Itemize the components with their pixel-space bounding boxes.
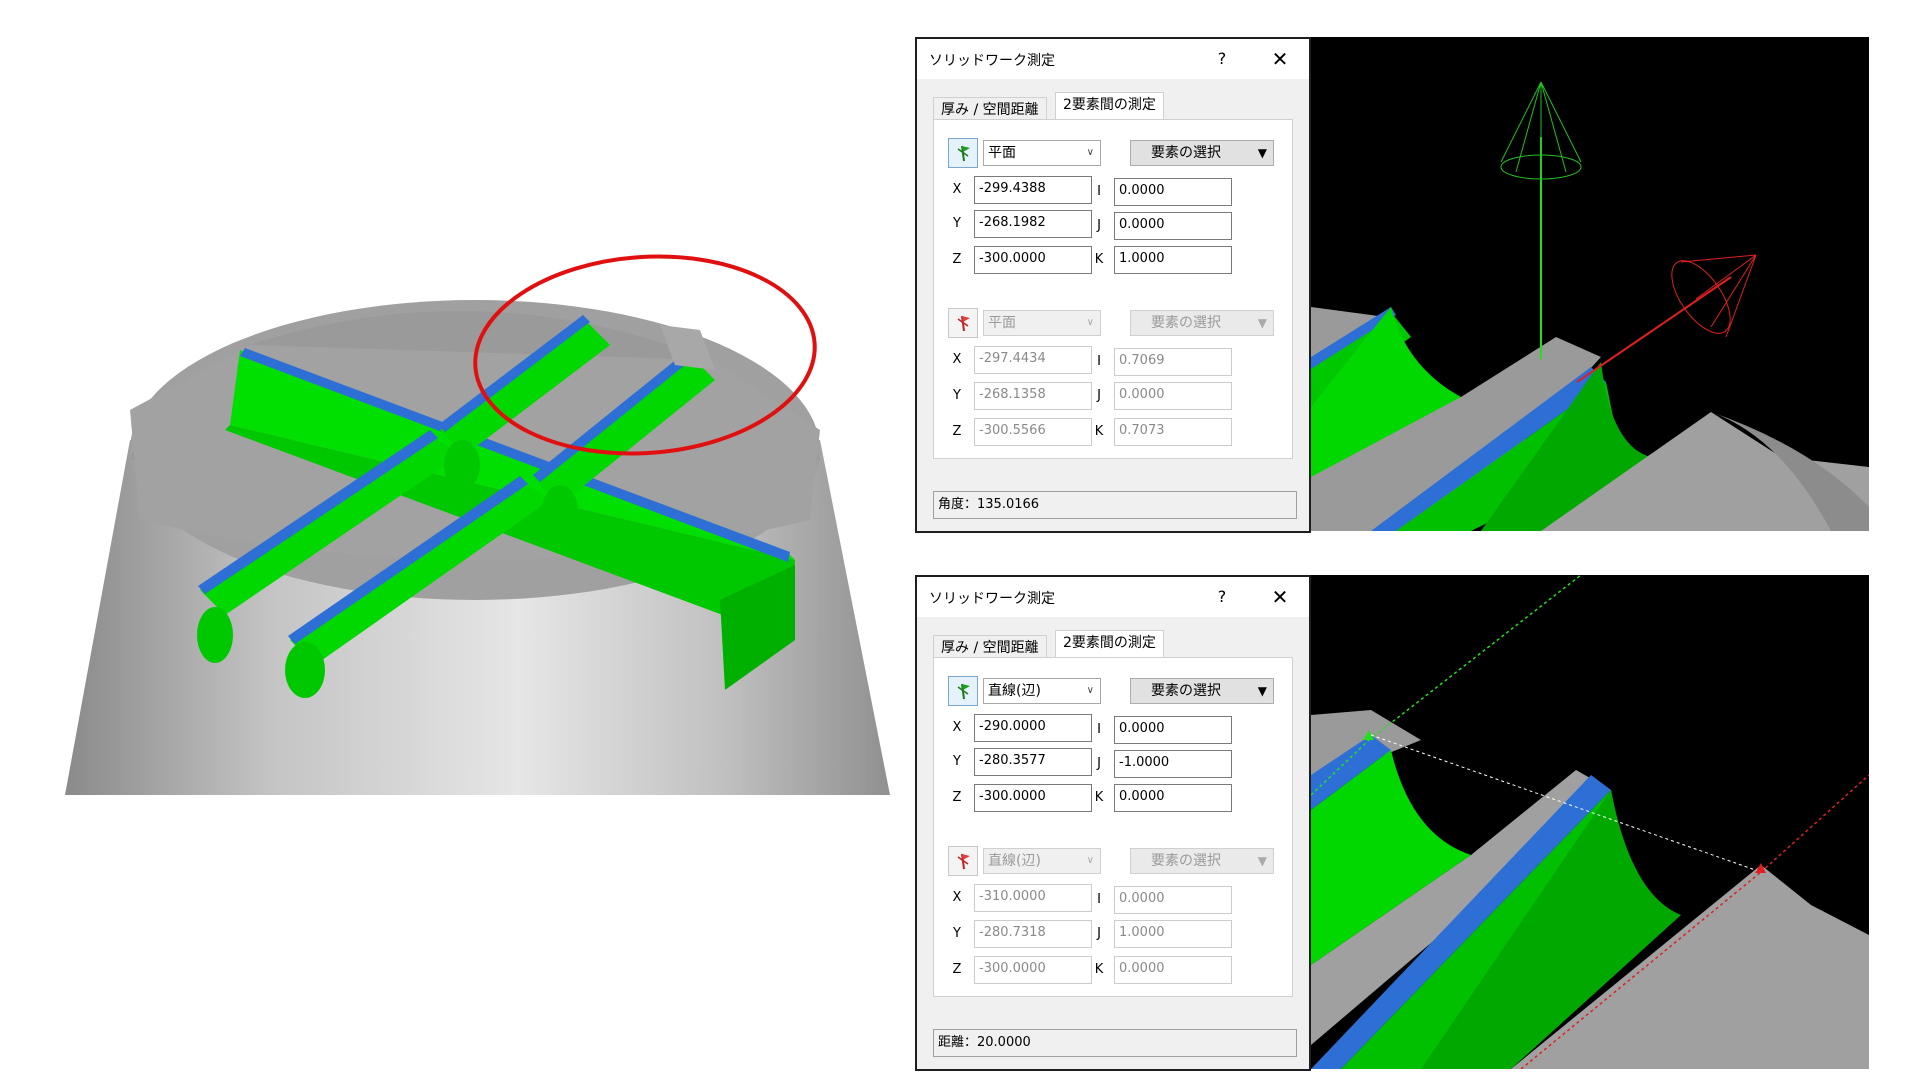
element2-type-combo[interactable]: 平面 ∨ bbox=[983, 310, 1101, 336]
label-z: Z bbox=[952, 252, 962, 267]
element2-z-field[interactable]: -300.0000 bbox=[974, 956, 1092, 984]
element1-j-field[interactable]: 0.0000 bbox=[1114, 212, 1232, 240]
result-readout: 角度：135.0166 bbox=[933, 491, 1297, 519]
measure-dialog-top: ソリッドワーク測定 ? ✕ 厚み / 空間距離 2要素間の測定 平面 ∨ 要素の… bbox=[915, 37, 1311, 533]
element2-x-field[interactable]: -310.0000 bbox=[974, 884, 1092, 912]
element2-type-combo[interactable]: 直線(辺) ∨ bbox=[983, 848, 1101, 874]
label-i: I bbox=[1097, 354, 1101, 369]
element1-z-field[interactable]: -300.0000 bbox=[974, 246, 1092, 274]
result-readout: 距離：20.0000 bbox=[933, 1029, 1297, 1057]
close-button[interactable]: ✕ bbox=[1265, 583, 1295, 611]
element1-i-field[interactable]: 0.0000 bbox=[1114, 716, 1232, 744]
title-bar[interactable]: ソリッドワーク測定 ? ✕ bbox=[917, 577, 1309, 617]
element1-z-field[interactable]: -300.0000 bbox=[974, 784, 1092, 812]
label-x: X bbox=[952, 720, 962, 735]
title-bar[interactable]: ソリッドワーク測定 ? ✕ bbox=[917, 39, 1309, 79]
element2-x-field[interactable]: -297.4434 bbox=[974, 346, 1092, 374]
element1-k-field[interactable]: 1.0000 bbox=[1114, 246, 1232, 274]
element1-y-field[interactable]: -280.3577 bbox=[974, 748, 1092, 776]
label-k: K bbox=[1094, 424, 1104, 439]
help-button[interactable]: ? bbox=[1209, 45, 1235, 73]
element1-pick-button[interactable] bbox=[948, 676, 978, 706]
element2-pick-button[interactable] bbox=[948, 846, 978, 876]
element1-x-field[interactable]: -290.0000 bbox=[974, 714, 1092, 742]
label-k: K bbox=[1094, 252, 1104, 267]
element1-select-button[interactable]: 要素の選択 ▼ bbox=[1130, 140, 1274, 166]
label-y: Y bbox=[953, 926, 961, 941]
tab-thickness[interactable]: 厚み / 空間距離 bbox=[933, 635, 1047, 657]
element1-pick-button[interactable] bbox=[948, 138, 978, 168]
label-j: J bbox=[1097, 388, 1101, 403]
tab-panel: 直線(辺) ∨ 要素の選択 ▼ X -290.0000 I 0.0000 Y -… bbox=[933, 657, 1293, 997]
close-button[interactable]: ✕ bbox=[1265, 45, 1295, 73]
label-z: Z bbox=[952, 790, 962, 805]
element1-j-field[interactable]: -1.0000 bbox=[1114, 750, 1232, 778]
element2-z-field[interactable]: -300.5566 bbox=[974, 418, 1092, 446]
pick-flag-icon bbox=[957, 683, 970, 700]
label-k: K bbox=[1094, 962, 1104, 977]
dropdown-arrow-icon: ▼ bbox=[1257, 146, 1267, 160]
label-i: I bbox=[1097, 722, 1101, 737]
element2-j-field[interactable]: 0.0000 bbox=[1114, 382, 1232, 410]
element2-y-field[interactable]: -280.7318 bbox=[974, 920, 1092, 948]
label-j: J bbox=[1097, 756, 1101, 771]
element2-j-field[interactable]: 1.0000 bbox=[1114, 920, 1232, 948]
element1-select-button[interactable]: 要素の選択 ▼ bbox=[1130, 678, 1274, 704]
label-x: X bbox=[952, 352, 962, 367]
dropdown-arrow-icon: ▼ bbox=[1257, 854, 1267, 868]
element1-k-field[interactable]: 0.0000 bbox=[1114, 784, 1232, 812]
chevron-down-icon: ∨ bbox=[1086, 855, 1094, 866]
chevron-down-icon: ∨ bbox=[1086, 317, 1094, 328]
element2-select-button[interactable]: 要素の選択 ▼ bbox=[1130, 310, 1274, 336]
pick-flag-icon bbox=[957, 853, 970, 870]
element1-x-field[interactable]: -299.4388 bbox=[974, 176, 1092, 204]
element2-pick-button[interactable] bbox=[948, 308, 978, 338]
label-z: Z bbox=[952, 962, 962, 977]
viewport-bottom[interactable] bbox=[1311, 575, 1869, 1069]
element2-y-field[interactable]: -268.1358 bbox=[974, 382, 1092, 410]
dialog-title: ソリッドワーク測定 bbox=[929, 591, 1055, 607]
tab-two-element[interactable]: 2要素間の測定 bbox=[1055, 630, 1164, 658]
chevron-down-icon: ∨ bbox=[1086, 147, 1094, 158]
element2-i-field[interactable]: 0.7069 bbox=[1114, 348, 1232, 376]
element2-k-field[interactable]: 0.7073 bbox=[1114, 418, 1232, 446]
chevron-down-icon: ∨ bbox=[1086, 685, 1094, 696]
label-x: X bbox=[952, 182, 962, 197]
element1-i-field[interactable]: 0.0000 bbox=[1114, 178, 1232, 206]
viewport-top[interactable] bbox=[1311, 37, 1869, 531]
pick-flag-icon bbox=[957, 145, 970, 162]
element1-y-field[interactable]: -268.1982 bbox=[974, 210, 1092, 238]
model-view[interactable] bbox=[0, 0, 900, 820]
element1-type-combo[interactable]: 平面 ∨ bbox=[983, 140, 1101, 166]
label-i: I bbox=[1097, 184, 1101, 199]
element2-select-button[interactable]: 要素の選択 ▼ bbox=[1130, 848, 1274, 874]
dropdown-arrow-icon: ▼ bbox=[1257, 316, 1267, 330]
pick-flag-icon bbox=[957, 315, 970, 332]
dropdown-arrow-icon: ▼ bbox=[1257, 684, 1267, 698]
tab-two-element[interactable]: 2要素間の測定 bbox=[1055, 92, 1164, 120]
element2-i-field[interactable]: 0.0000 bbox=[1114, 886, 1232, 914]
label-k: K bbox=[1094, 790, 1104, 805]
label-z: Z bbox=[952, 424, 962, 439]
label-x: X bbox=[952, 890, 962, 905]
label-j: J bbox=[1097, 218, 1101, 233]
dialog-title: ソリッドワーク測定 bbox=[929, 53, 1055, 69]
measure-dialog-bottom: ソリッドワーク測定 ? ✕ 厚み / 空間距離 2要素間の測定 直線(辺) ∨ … bbox=[915, 575, 1311, 1071]
label-y: Y bbox=[953, 754, 961, 769]
label-y: Y bbox=[953, 216, 961, 231]
label-i: I bbox=[1097, 892, 1101, 907]
tab-thickness[interactable]: 厚み / 空間距離 bbox=[933, 97, 1047, 119]
label-y: Y bbox=[953, 388, 961, 403]
element2-k-field[interactable]: 0.0000 bbox=[1114, 956, 1232, 984]
element1-type-combo[interactable]: 直線(辺) ∨ bbox=[983, 678, 1101, 704]
label-j: J bbox=[1097, 926, 1101, 941]
help-button[interactable]: ? bbox=[1209, 583, 1235, 611]
tab-panel: 平面 ∨ 要素の選択 ▼ X -299.4388 I 0.0000 Y -268… bbox=[933, 119, 1293, 459]
